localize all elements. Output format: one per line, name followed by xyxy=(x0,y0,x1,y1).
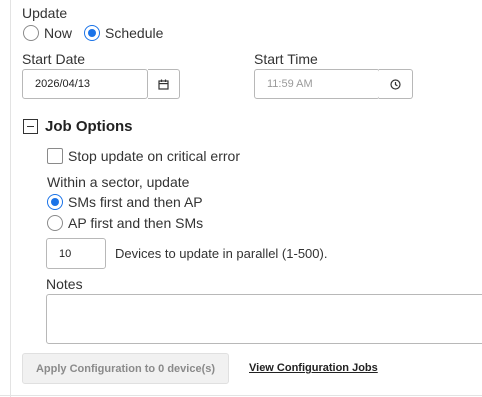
parallel-count-value: 10 xyxy=(59,247,72,260)
update-schedule-radio[interactable] xyxy=(84,25,100,41)
sms-first-label[interactable]: SMs first and then AP xyxy=(68,194,203,210)
start-date-value: 2026/04/13 xyxy=(35,78,91,90)
clock-icon xyxy=(390,78,401,90)
job-options-title[interactable]: Job Options xyxy=(45,118,133,135)
sms-first-radio[interactable] xyxy=(47,194,63,210)
start-time-label: Start Time xyxy=(254,51,318,67)
collapse-icon[interactable] xyxy=(23,119,38,134)
notes-label: Notes xyxy=(46,276,83,292)
ap-first-radio[interactable] xyxy=(47,215,63,231)
start-time-value: 11:59 AM xyxy=(267,78,313,90)
ap-first-label[interactable]: AP first and then SMs xyxy=(68,215,203,231)
bottom-divider xyxy=(0,395,482,396)
notes-textarea[interactable] xyxy=(46,294,482,344)
start-date-input[interactable]: 2026/04/13 xyxy=(22,69,148,99)
stop-on-error-label[interactable]: Stop update on critical error xyxy=(68,148,240,164)
start-date-label: Start Date xyxy=(22,51,86,67)
clock-button[interactable] xyxy=(379,69,413,99)
view-configuration-jobs-link[interactable]: View Configuration Jobs xyxy=(249,362,378,374)
update-label: Update xyxy=(22,5,68,21)
parallel-label: Devices to update in parallel (1-500). xyxy=(115,246,328,261)
update-now-radio[interactable] xyxy=(23,25,39,41)
calendar-button[interactable] xyxy=(148,69,180,99)
update-schedule-label[interactable]: Schedule xyxy=(105,25,163,41)
parallel-count-input[interactable]: 10 xyxy=(46,238,106,269)
calendar-icon xyxy=(158,79,169,90)
stop-on-error-checkbox[interactable] xyxy=(47,148,63,164)
apply-configuration-button[interactable]: Apply Configuration to 0 device(s) xyxy=(22,353,229,384)
apply-configuration-label: Apply Configuration to 0 device(s) xyxy=(35,362,216,375)
sector-label: Within a sector, update xyxy=(47,174,190,190)
start-time-input[interactable]: 11:59 AM xyxy=(254,69,380,99)
update-now-label[interactable]: Now xyxy=(44,25,72,41)
left-divider xyxy=(10,0,11,397)
